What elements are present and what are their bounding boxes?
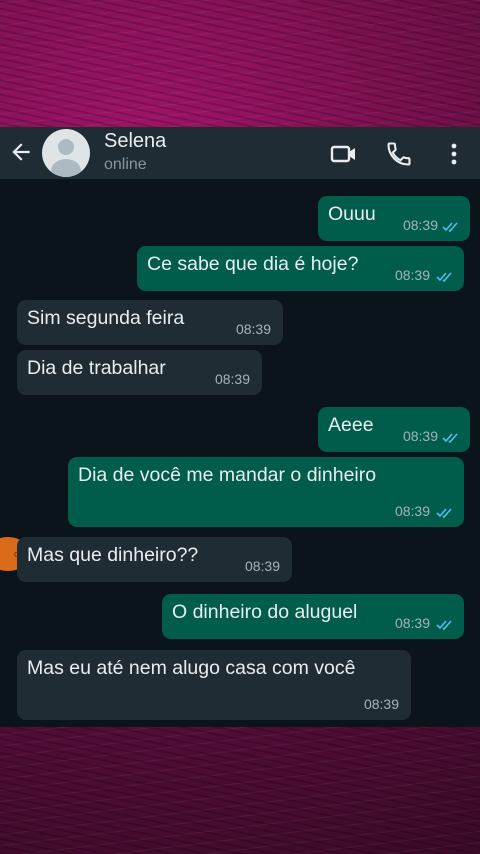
read-receipt-icon xyxy=(442,222,458,232)
outgoing-message[interactable]: Dia de você me mandar o dinheiro 08:39 xyxy=(68,457,464,527)
incoming-message[interactable]: Sim segunda feira 08:39 xyxy=(17,300,283,345)
message-text: Mas eu até nem alugo casa com você xyxy=(27,657,356,679)
read-receipt-icon xyxy=(436,508,452,518)
message-text: Ouuu xyxy=(328,203,376,225)
contact-name[interactable]: Selena xyxy=(104,130,166,153)
message-text: Dia de você me mandar o dinheiro xyxy=(78,464,377,486)
outgoing-message[interactable]: Ce sabe que dia é hoje? 08:39 xyxy=(137,246,464,291)
message-text: Sim segunda feira xyxy=(27,307,185,329)
read-receipt-icon xyxy=(436,620,452,630)
message-time: 08:39 xyxy=(402,428,438,444)
incoming-message[interactable]: Mas que dinheiro?? 08:39 xyxy=(17,537,292,582)
read-receipt-icon xyxy=(442,433,458,443)
incoming-message[interactable]: Dia de trabalhar 08:39 xyxy=(17,350,262,395)
message-time: 08:39 xyxy=(394,615,430,631)
contact-status: online xyxy=(104,156,147,173)
video-call-icon[interactable] xyxy=(330,140,358,168)
message-text: Dia de trabalhar xyxy=(27,357,166,379)
chat-header: Selena online xyxy=(0,127,480,179)
chat-screen: Selena online oo Ouuu 08:39 Ce sabe que … xyxy=(0,127,480,727)
incoming-message[interactable]: Mas eu até nem alugo casa com você 08:39 xyxy=(17,650,411,720)
message-time: 08:39 xyxy=(214,371,250,387)
message-time: 08:39 xyxy=(394,503,430,519)
outgoing-message[interactable]: O dinheiro do aluguel 08:39 xyxy=(162,594,464,639)
message-time: 08:39 xyxy=(244,558,280,574)
message-time: 08:39 xyxy=(394,267,430,283)
phone-call-icon[interactable] xyxy=(385,140,413,168)
message-time: 08:39 xyxy=(402,217,438,233)
message-time: 08:39 xyxy=(363,696,399,712)
message-text: O dinheiro do aluguel xyxy=(172,601,358,623)
message-time: 08:39 xyxy=(235,321,271,337)
message-text: Aeee xyxy=(328,414,374,436)
message-text: Mas que dinheiro?? xyxy=(27,544,199,566)
message-list: oo Ouuu 08:39 Ce sabe que dia é hoje? 08… xyxy=(0,179,480,727)
arrow-left-icon[interactable] xyxy=(8,139,34,165)
message-text: Ce sabe que dia é hoje? xyxy=(147,253,359,275)
avatar[interactable] xyxy=(42,129,90,177)
outgoing-message[interactable]: Ouuu 08:39 xyxy=(318,196,470,241)
outgoing-message[interactable]: Aeee 08:39 xyxy=(318,407,470,452)
read-receipt-icon xyxy=(436,272,452,282)
more-vertical-icon[interactable] xyxy=(440,140,468,168)
